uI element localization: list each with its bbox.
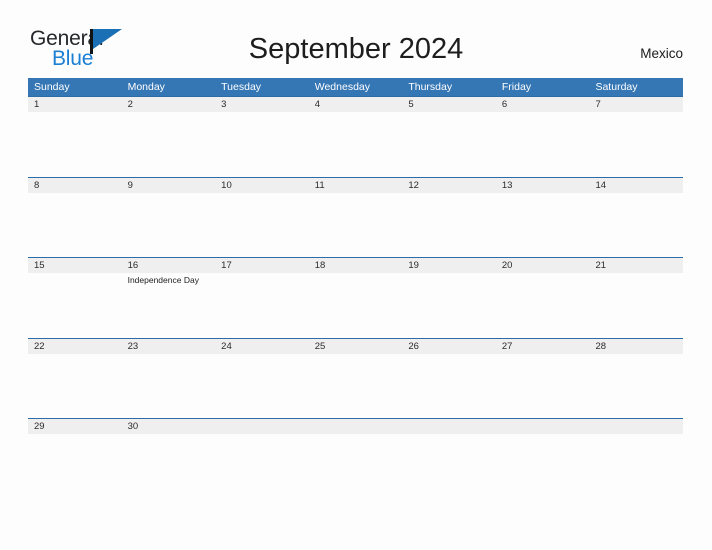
day-number[interactable]: 23	[122, 339, 216, 354]
day-number[interactable]: 30	[122, 419, 216, 434]
day-number[interactable]: 4	[309, 97, 403, 112]
calendar-week-row: 8 9 10 11 12 13 14	[28, 176, 683, 258]
day-number[interactable]: 17	[215, 258, 309, 273]
day-number[interactable]: 8	[28, 178, 122, 193]
day-number[interactable]: 7	[589, 97, 683, 112]
day-cell[interactable]	[496, 354, 590, 418]
day-number[interactable]: 19	[402, 258, 496, 273]
week-date-band: 22 23 24 25 26 27 28	[28, 338, 683, 354]
day-number	[402, 419, 496, 434]
day-number	[309, 419, 403, 434]
day-cell[interactable]	[215, 193, 309, 257]
day-cell[interactable]	[215, 273, 309, 337]
day-number[interactable]: 9	[122, 178, 216, 193]
day-number	[496, 419, 590, 434]
calendar-weekday-header: Sunday Monday Tuesday Wednesday Thursday…	[28, 78, 683, 96]
day-cell[interactable]	[496, 273, 590, 337]
day-number[interactable]: 25	[309, 339, 403, 354]
day-cell[interactable]	[402, 273, 496, 337]
day-number[interactable]: 3	[215, 97, 309, 112]
day-number[interactable]: 18	[309, 258, 403, 273]
day-cell[interactable]	[309, 354, 403, 418]
day-cell[interactable]	[589, 273, 683, 337]
day-cell[interactable]	[28, 434, 122, 498]
day-cell[interactable]: Independence Day	[122, 273, 216, 337]
week-date-band: 8 9 10 11 12 13 14	[28, 177, 683, 193]
calendar-week-row: 1 2 3 4 5 6 7	[28, 96, 683, 177]
day-cell[interactable]	[215, 354, 309, 418]
calendar-week-row: 15 16 17 18 19 20 21 Independence Day	[28, 257, 683, 338]
day-number[interactable]: 10	[215, 178, 309, 193]
day-number[interactable]: 20	[496, 258, 590, 273]
day-cell[interactable]	[589, 354, 683, 418]
calendar-week-row: 22 23 24 25 26 27 28	[28, 337, 683, 419]
day-cell[interactable]	[402, 354, 496, 418]
week-date-band: 1 2 3 4 5 6 7	[28, 97, 683, 112]
day-cell	[309, 434, 403, 498]
country-label: Mexico	[640, 46, 683, 61]
day-number[interactable]: 13	[496, 178, 590, 193]
week-event-band	[28, 192, 683, 257]
day-number[interactable]: 15	[28, 258, 122, 273]
day-number[interactable]: 1	[28, 97, 122, 112]
page-title: September 2024	[248, 33, 464, 65]
day-cell[interactable]	[309, 193, 403, 257]
day-cell[interactable]	[122, 112, 216, 176]
calendar-table: Sunday Monday Tuesday Wednesday Thursday…	[28, 78, 683, 499]
day-cell[interactable]	[589, 112, 683, 176]
day-cell[interactable]	[28, 354, 122, 418]
day-number[interactable]: 22	[28, 339, 122, 354]
week-date-band: 29 30	[28, 419, 683, 434]
day-cell	[215, 434, 309, 498]
day-number[interactable]: 16	[122, 258, 216, 273]
weekday-header-wednesday: Wednesday	[314, 81, 370, 93]
week-event-band	[28, 112, 683, 176]
day-cell[interactable]	[589, 193, 683, 257]
day-cell[interactable]	[122, 193, 216, 257]
day-number	[215, 419, 309, 434]
calendar-week-row: 29 30	[28, 418, 683, 499]
day-cell	[589, 434, 683, 498]
day-cell[interactable]	[28, 273, 122, 337]
day-number[interactable]: 29	[28, 419, 122, 434]
weekday-header-tuesday: Tuesday	[221, 81, 262, 93]
day-cell[interactable]	[122, 434, 216, 498]
day-cell[interactable]	[215, 112, 309, 176]
day-cell[interactable]	[28, 112, 122, 176]
day-number[interactable]: 12	[402, 178, 496, 193]
day-cell[interactable]	[309, 112, 403, 176]
day-number[interactable]: 11	[309, 178, 403, 193]
day-cell[interactable]	[496, 193, 590, 257]
day-cell[interactable]	[309, 273, 403, 337]
day-cell[interactable]	[402, 193, 496, 257]
page-header: General Blue September 2024 Mexico	[0, 0, 712, 78]
day-number[interactable]: 24	[215, 339, 309, 354]
day-number[interactable]: 5	[402, 97, 496, 112]
week-event-band	[28, 434, 683, 498]
week-date-band: 15 16 17 18 19 20 21	[28, 258, 683, 273]
day-cell[interactable]	[28, 193, 122, 257]
weekday-header-saturday: Saturday	[595, 81, 638, 93]
day-cell	[496, 434, 590, 498]
weekday-header-friday: Friday	[501, 81, 532, 93]
weekday-header-sunday: Sunday	[34, 81, 70, 93]
day-cell	[402, 434, 496, 498]
day-number[interactable]: 27	[496, 339, 590, 354]
day-cell[interactable]	[122, 354, 216, 418]
day-number[interactable]: 14	[589, 178, 683, 193]
day-cell[interactable]	[402, 112, 496, 176]
weekday-header-monday: Monday	[127, 81, 165, 93]
day-number	[589, 419, 683, 434]
day-number[interactable]: 21	[589, 258, 683, 273]
event-label: Independence Day	[127, 275, 199, 285]
week-event-band: Independence Day	[28, 273, 683, 337]
day-number[interactable]: 28	[589, 339, 683, 354]
day-cell[interactable]	[496, 112, 590, 176]
day-number[interactable]: 26	[402, 339, 496, 354]
week-event-band	[28, 353, 683, 418]
day-number[interactable]: 2	[122, 97, 216, 112]
weekday-header-thursday: Thursday	[408, 81, 453, 93]
day-number[interactable]: 6	[496, 97, 590, 112]
